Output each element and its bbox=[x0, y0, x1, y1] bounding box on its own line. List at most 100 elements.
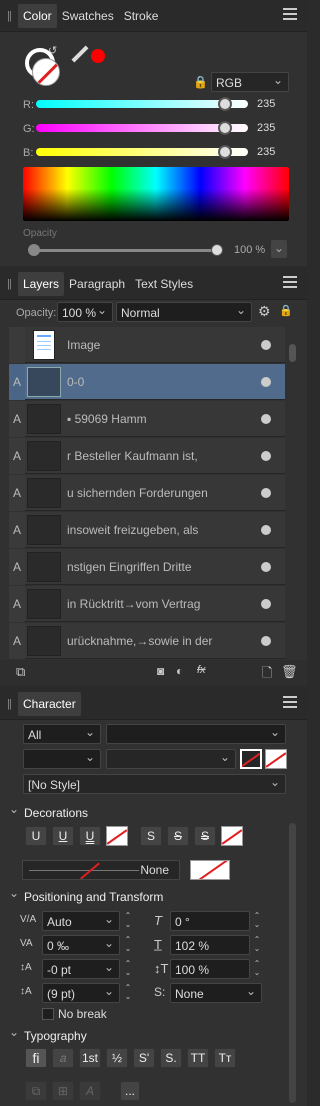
layer-visibility-toggle[interactable] bbox=[261, 599, 271, 609]
strikethrough-double-button[interactable]: S bbox=[167, 826, 189, 846]
shear-stepper[interactable]: ⌃ ⌄ bbox=[252, 911, 262, 931]
gear-icon[interactable]: ⚙ bbox=[258, 303, 271, 320]
leading-stepper[interactable]: ⌃ ⌄ bbox=[123, 983, 133, 1003]
panel-grip-icon[interactable]: || bbox=[0, 10, 18, 22]
panel-menu-icon[interactable] bbox=[283, 276, 297, 288]
g-slider[interactable] bbox=[36, 121, 248, 135]
baseline-field[interactable]: -0 pt bbox=[42, 957, 120, 979]
layer-visibility-toggle[interactable] bbox=[261, 636, 271, 646]
typography-button[interactable]: ½ bbox=[106, 1048, 128, 1068]
layer-row[interactable]: A ▪ 59069 Hamm bbox=[9, 401, 285, 437]
typography-more-button[interactable]: ... bbox=[120, 1081, 140, 1101]
typography-section-header[interactable]: Typography bbox=[0, 1022, 307, 1046]
layer-name[interactable]: 0-0 bbox=[67, 364, 247, 400]
horizontal-scale-field[interactable]: 100 % bbox=[170, 959, 250, 979]
mask-layer-icon[interactable]: ◙ bbox=[157, 664, 164, 678]
layer-row[interactable]: Image bbox=[9, 327, 285, 363]
delete-layer-icon[interactable]: 🗑 bbox=[281, 664, 298, 680]
panel-menu-icon[interactable] bbox=[283, 8, 297, 20]
underline-color-swatch[interactable] bbox=[106, 826, 128, 846]
channel-b-value[interactable]: 235 bbox=[257, 146, 275, 158]
eyedropper-icon[interactable] bbox=[71, 45, 89, 63]
layer-row[interactable]: Ain Rücktritt→vom Vertrag bbox=[9, 586, 285, 622]
panel-grip-icon[interactable]: || bbox=[0, 278, 18, 290]
kerning-field[interactable]: Auto bbox=[42, 909, 120, 931]
layer-options-icon[interactable]: ⧉ bbox=[16, 664, 25, 680]
tab-layers[interactable]: Layers bbox=[18, 271, 65, 296]
horizontal-scale-stepper[interactable]: ⌃ ⌄ bbox=[252, 959, 262, 979]
tab-stroke[interactable]: Stroke bbox=[119, 4, 164, 28]
strikethrough-color-swatch[interactable] bbox=[221, 826, 243, 846]
baseline-stepper[interactable]: ⌃ ⌄ bbox=[123, 959, 133, 979]
channel-r-value[interactable]: 235 bbox=[257, 98, 275, 110]
font-size-select[interactable] bbox=[23, 747, 101, 769]
character-style-select[interactable]: [No Style] bbox=[23, 772, 286, 794]
tracking-stepper[interactable]: ⌃ ⌄ bbox=[123, 935, 133, 955]
vertical-scale-field[interactable]: 102 % bbox=[170, 935, 250, 955]
add-layer-icon[interactable]: 🗋 bbox=[262, 664, 272, 686]
line-color-swatch[interactable] bbox=[190, 860, 230, 880]
channel-g-value[interactable]: 235 bbox=[257, 122, 275, 134]
typography-button[interactable]: fi bbox=[25, 1048, 47, 1068]
lock-icon[interactable]: 🔒 bbox=[193, 75, 208, 89]
color-model-select[interactable]: RGB bbox=[211, 70, 289, 92]
typography-button[interactable]: S. bbox=[160, 1048, 182, 1068]
character-scrollbar[interactable] bbox=[289, 823, 296, 1103]
layer-opacity-select[interactable]: 100 % bbox=[57, 300, 113, 322]
underline-double-button[interactable]: U bbox=[52, 826, 74, 846]
tab-swatches[interactable]: Swatches bbox=[57, 4, 119, 28]
font-style-select[interactable] bbox=[106, 747, 236, 769]
opacity-value[interactable]: 100 % bbox=[234, 244, 265, 256]
layer-list-scrollbar[interactable] bbox=[289, 344, 296, 362]
fill-swatch-icon[interactable] bbox=[32, 58, 60, 86]
shear-field[interactable]: 0 ° bbox=[170, 911, 250, 931]
b-slider[interactable] bbox=[36, 145, 248, 159]
layer-visibility-toggle[interactable] bbox=[261, 414, 271, 424]
r-slider[interactable] bbox=[36, 97, 248, 111]
font-collection-select[interactable]: All bbox=[23, 722, 101, 744]
panel-menu-icon[interactable] bbox=[283, 696, 297, 708]
tab-character[interactable]: Character bbox=[18, 691, 81, 716]
layer-visibility-toggle[interactable] bbox=[261, 525, 271, 535]
script-select[interactable]: None bbox=[170, 981, 262, 1003]
text-stroke-swatch[interactable] bbox=[265, 749, 287, 769]
typography-button[interactable]: 𝑎 bbox=[52, 1048, 74, 1068]
tab-color[interactable]: Color bbox=[18, 3, 57, 28]
color-spectrum[interactable] bbox=[23, 167, 289, 221]
positioning-section-header[interactable]: Positioning and Transform bbox=[0, 883, 307, 907]
layer-row[interactable]: Au sichernden Forderungen bbox=[9, 475, 285, 511]
layer-name[interactable]: in Rücktritt→vom Vertrag bbox=[67, 586, 247, 622]
opacity-slider[interactable] bbox=[30, 249, 220, 252]
layer-name[interactable]: insoweit freizugeben, als bbox=[67, 512, 247, 548]
underline-custom-button[interactable]: U bbox=[79, 826, 101, 846]
strikethrough-single-button[interactable]: S bbox=[140, 826, 162, 846]
layer-row[interactable]: A 0-0 bbox=[9, 364, 285, 400]
tab-paragraph[interactable]: Paragraph bbox=[64, 272, 130, 296]
layer-name[interactable]: ▪ 59069 Hamm bbox=[67, 401, 247, 437]
typography-button[interactable]: Tт bbox=[214, 1048, 236, 1068]
leading-field[interactable]: (9 pt) bbox=[42, 981, 120, 1003]
no-break-checkbox[interactable] bbox=[42, 1008, 54, 1020]
blend-mode-select[interactable]: Normal bbox=[116, 300, 252, 322]
kerning-stepper[interactable]: ⌃ ⌄ bbox=[123, 911, 133, 931]
opacity-dropdown[interactable]: ⌄ bbox=[271, 240, 287, 258]
typography-button[interactable]: TT bbox=[187, 1048, 209, 1068]
layer-row[interactable]: Ainsoweit freizugeben, als bbox=[9, 512, 285, 548]
layer-visibility-toggle[interactable] bbox=[261, 488, 271, 498]
adjustment-layer-icon[interactable]: ◐ bbox=[176, 664, 183, 678]
strikethrough-custom-button[interactable]: S bbox=[194, 826, 216, 846]
layer-row[interactable]: Aurücknahme,→sowie in der bbox=[9, 623, 285, 659]
underline-single-button[interactable]: U bbox=[25, 826, 47, 846]
layer-name[interactable]: urücknahme,→sowie in der bbox=[67, 623, 247, 659]
layer-name[interactable]: u sichernden Forderungen bbox=[67, 475, 247, 511]
layer-visibility-toggle[interactable] bbox=[261, 340, 271, 350]
layer-visibility-toggle[interactable] bbox=[261, 451, 271, 461]
decorations-section-header[interactable]: Decorations bbox=[0, 799, 307, 823]
swap-colors-icon[interactable]: ↺ bbox=[48, 44, 57, 57]
text-fill-swatch[interactable] bbox=[240, 749, 262, 769]
panel-grip-icon[interactable]: || bbox=[0, 698, 18, 710]
tab-text-styles[interactable]: Text Styles bbox=[130, 272, 198, 296]
font-family-select[interactable] bbox=[106, 722, 286, 744]
layer-effects-icon[interactable]: fx bbox=[197, 664, 206, 676]
layer-row[interactable]: Ar Besteller Kaufmann ist, bbox=[9, 438, 285, 474]
